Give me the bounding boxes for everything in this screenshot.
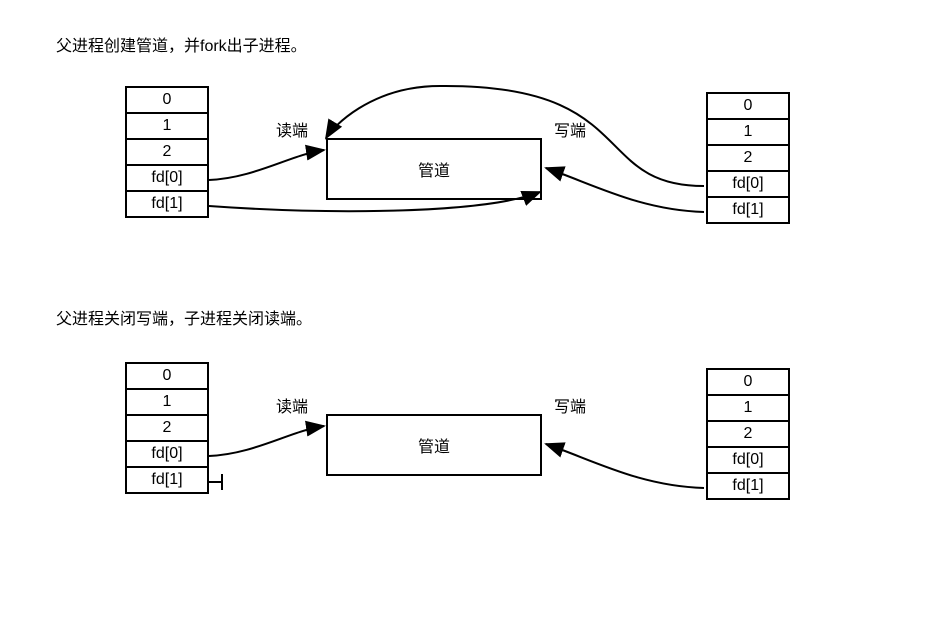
write-label-1: 写端 <box>554 117 586 141</box>
table-cell: 1 <box>126 389 208 415</box>
table-cell: fd[1] <box>126 191 208 217</box>
diagram2-caption: 父进程关闭写端，子进程关闭读端。 <box>56 305 312 329</box>
table-cell: fd[0] <box>707 447 789 473</box>
left-fd-table-2: 0 1 2 fd[0] fd[1] <box>125 362 209 494</box>
table-cell: fd[1] <box>707 473 789 499</box>
left-fd-table-1: 0 1 2 fd[0] fd[1] <box>125 86 209 218</box>
table-cell: 0 <box>126 363 208 389</box>
pipe-box-2: 管道 <box>326 414 542 476</box>
read-label-2: 读端 <box>276 393 308 417</box>
arrow-left-fd0-to-read-1 <box>209 150 324 180</box>
arrow-left-fd0-to-read-2 <box>209 426 324 456</box>
right-fd-table-2: 0 1 2 fd[0] fd[1] <box>706 368 790 500</box>
table-cell: fd[0] <box>126 441 208 467</box>
right-fd-table-1: 0 1 2 fd[0] fd[1] <box>706 92 790 224</box>
diagram1-caption: 父进程创建管道，并fork出子进程。 <box>56 32 307 56</box>
table-cell: fd[0] <box>707 171 789 197</box>
table-cell: 0 <box>707 369 789 395</box>
table-cell: 1 <box>126 113 208 139</box>
table-cell: 1 <box>707 119 789 145</box>
arrow-right-fd1-to-write-1 <box>546 168 704 212</box>
pipe-label: 管道 <box>418 433 450 457</box>
table-cell: fd[0] <box>126 165 208 191</box>
read-label-1: 读端 <box>276 117 308 141</box>
table-cell: 0 <box>707 93 789 119</box>
pipe-box-1: 管道 <box>326 138 542 200</box>
table-cell: fd[1] <box>707 197 789 223</box>
table-cell: 2 <box>126 415 208 441</box>
table-cell: 2 <box>707 421 789 447</box>
table-cell: 2 <box>707 145 789 171</box>
arrow-right-fd1-to-write-2 <box>546 444 704 488</box>
table-cell: 0 <box>126 87 208 113</box>
table-cell: fd[1] <box>126 467 208 493</box>
pipe-label: 管道 <box>418 157 450 181</box>
table-cell: 1 <box>707 395 789 421</box>
write-label-2: 写端 <box>554 393 586 417</box>
table-cell: 2 <box>126 139 208 165</box>
